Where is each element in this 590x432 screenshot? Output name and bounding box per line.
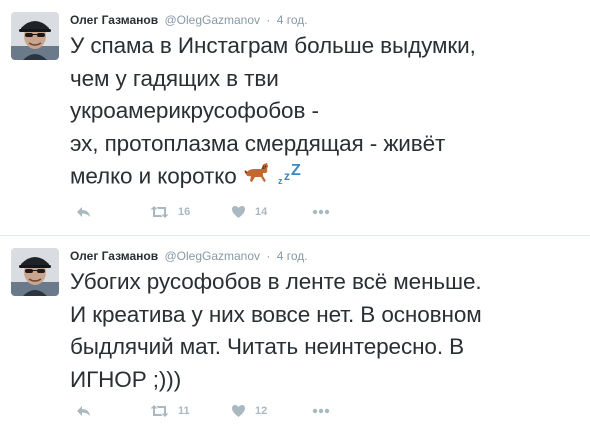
reply-button[interactable] (76, 203, 92, 221)
tweet-actions: 11 12 (70, 402, 370, 420)
svg-text:Z: Z (291, 162, 301, 179)
header-separator: · (266, 249, 271, 263)
zzz-emoji: z z Z (277, 160, 303, 196)
author-fullname[interactable]: Олег Газманов (70, 249, 158, 263)
more-icon (312, 408, 330, 414)
tweet-text: У спама в Инстаграм больше выдумки, чем … (70, 30, 582, 196)
author-username[interactable]: @OlegGazmanov (164, 13, 260, 27)
like-button[interactable]: 14 (231, 203, 267, 221)
svg-text:z: z (278, 176, 283, 186)
tweet-text-content: Убогих русофобов в ленте всё меньше. И к… (70, 269, 482, 392)
like-count: 14 (255, 206, 268, 218)
more-icon (312, 209, 330, 215)
tweet[interactable]: Олег Газманов @OlegGazmanov · 4 год. У с… (0, 0, 590, 236)
retweet-count: 11 (178, 405, 190, 417)
reply-button[interactable] (76, 402, 92, 420)
header-separator: · (266, 13, 271, 27)
tweet[interactable]: Олег Газманов @OlegGazmanov · 4 год. Убо… (0, 236, 590, 432)
avatar[interactable] (11, 248, 59, 296)
retweet-button[interactable]: 11 (150, 402, 190, 420)
reply-icon (76, 205, 92, 219)
horse-emoji (243, 160, 271, 196)
more-button[interactable] (312, 402, 330, 420)
tweet-timestamp[interactable]: 4 год. (277, 249, 308, 263)
heart-icon (231, 404, 246, 418)
heart-icon (231, 205, 246, 219)
retweet-count: 16 (178, 206, 191, 218)
tweet-text-content: У спама в Инстаграм больше выдумки, чем … (70, 33, 476, 189)
tweet-actions: 16 14 (70, 203, 370, 221)
tweet-header: Олег Газманов @OlegGazmanov · 4 год. (70, 247, 308, 265)
retweet-icon (150, 404, 169, 418)
like-button[interactable]: 12 (231, 402, 267, 420)
like-count: 12 (255, 405, 268, 417)
tweet-header: Олег Газманов @OlegGazmanov · 4 год. (70, 11, 308, 29)
reply-icon (76, 404, 92, 418)
retweet-icon (150, 205, 169, 219)
svg-text:z: z (284, 169, 290, 183)
avatar[interactable] (11, 12, 59, 60)
tweet-timestamp[interactable]: 4 год. (277, 13, 308, 27)
author-fullname[interactable]: Олег Газманов (70, 13, 158, 27)
retweet-button[interactable]: 16 (150, 203, 190, 221)
more-button[interactable] (312, 203, 330, 221)
author-username[interactable]: @OlegGazmanov (164, 249, 260, 263)
tweet-text: Убогих русофобов в ленте всё меньше. И к… (70, 266, 582, 396)
